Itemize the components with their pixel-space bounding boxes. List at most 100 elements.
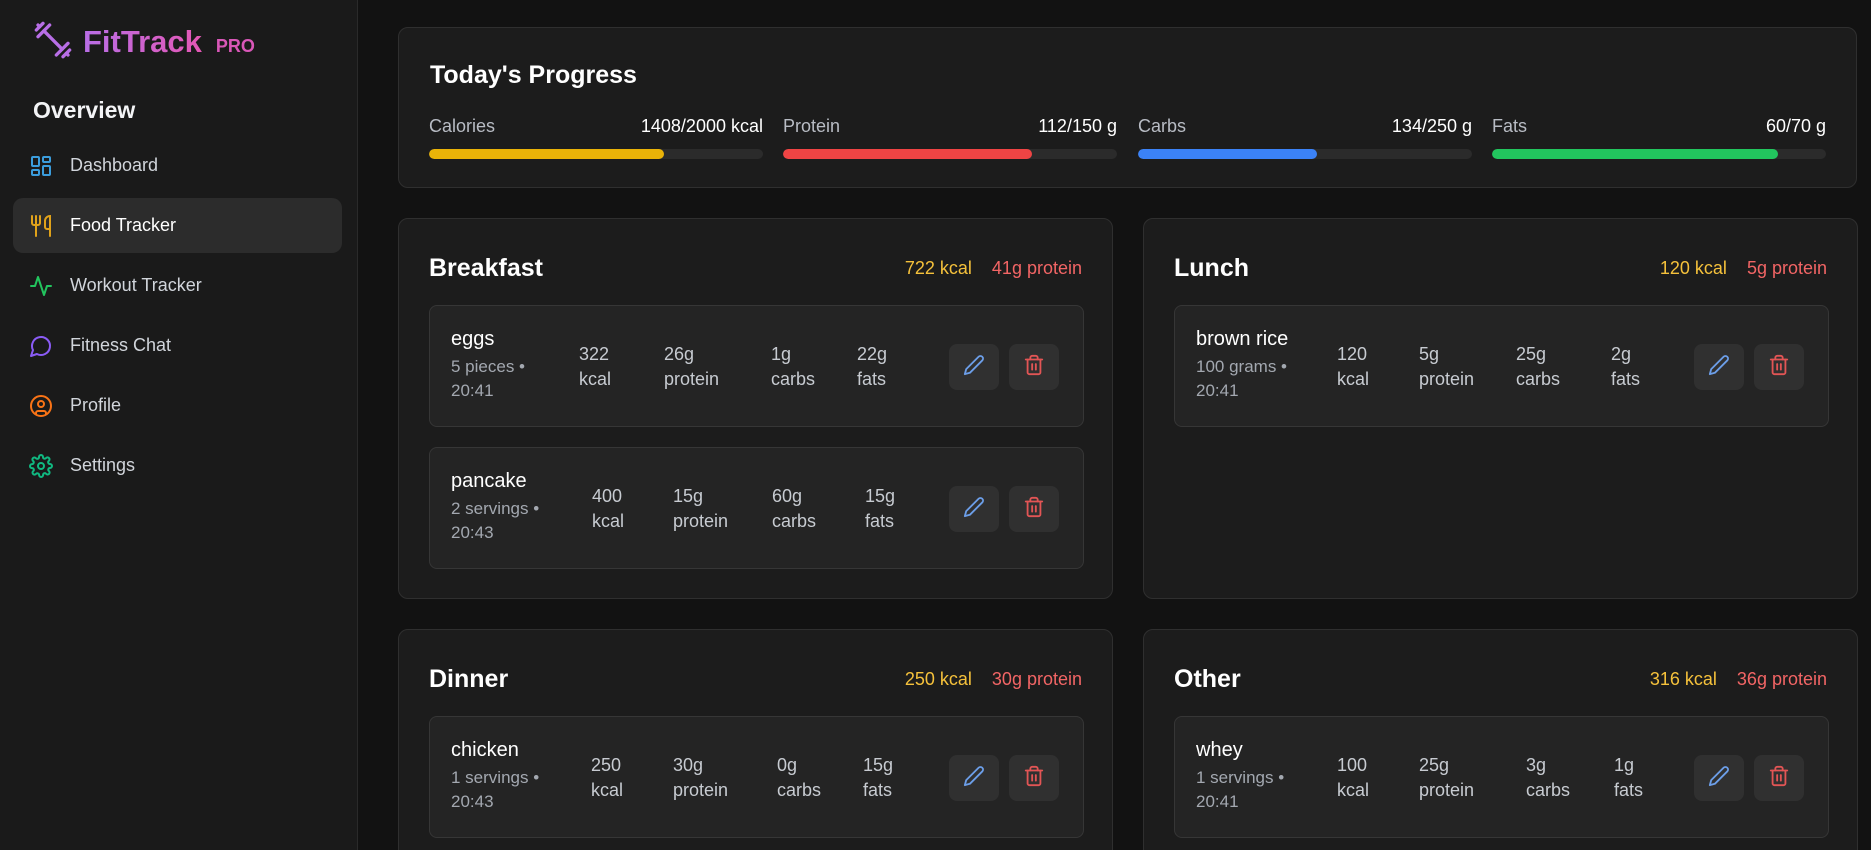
food-carbs: 0g carbs [777,755,822,800]
food-carbs: 1g carbs [771,344,816,389]
meal-total-kcal: 316 kcal [1649,668,1717,689]
food-carbs: 3g carbs [1526,755,1571,800]
food-protein: 30g protein [673,755,729,800]
sidebar-nav: Dashboard Food Tracker Workout Tracker F… [13,138,342,498]
food-protein: 26g protein [664,344,720,389]
protein-progress-bar [783,149,1117,159]
food-name: brown rice [1196,328,1289,350]
food-name: eggs [451,328,495,350]
calories-progress-bar [429,149,763,159]
metric-value: 60/70 g [1765,116,1826,136]
carbs-metric: Carbs 134/250 g [1138,116,1472,159]
trash-icon [1768,765,1790,792]
food-name: pancake [451,470,527,492]
pencil-icon [963,765,985,792]
delete-button[interactable] [1009,344,1059,390]
sidebar-item-label: Fitness Chat [70,335,172,355]
food-carbs: 25g carbs [1516,344,1561,389]
sidebar-item-fitness-chat[interactable]: Fitness Chat [13,318,342,373]
trash-icon [1768,354,1790,381]
edit-button[interactable] [1694,755,1744,801]
trash-icon [1023,765,1045,792]
food-fats: 15g fats [863,755,894,800]
meal-card-lunch: Lunch 120 kcal 5g protein brown rice 100… [1143,218,1858,599]
edit-button[interactable] [949,344,999,390]
food-carbs: 60g carbs [772,486,817,531]
food-kcal: 400 kcal [592,486,625,531]
food-protein: 5g protein [1419,344,1475,389]
trash-icon [1023,496,1045,523]
sidebar-item-settings[interactable]: Settings [13,438,342,493]
protein-metric: Protein 112/150 g [783,116,1117,159]
sidebar-item-label: Dashboard [70,155,159,175]
meal-total-protein: 36g protein [1736,668,1827,689]
meal-title: Other [1174,664,1241,693]
food-kcal: 322 kcal [579,344,612,389]
utensils-icon [28,213,54,239]
meal-title: Dinner [429,664,509,693]
edit-button[interactable] [949,486,999,532]
metric-label: Fats [1492,116,1528,136]
sidebar-item-workout-tracker[interactable]: Workout Tracker [13,258,342,313]
sidebar: FitTrack PRO Overview Dashboard Food Tra… [0,0,358,850]
food-item-pancake: pancake 2 servings • 20:43 400 kcal 15g … [429,447,1084,569]
food-fats: 22g fats [857,344,888,389]
calories-metric: Calories 1408/2000 kcal [429,116,763,159]
food-fats: 1g fats [1614,755,1644,800]
meal-total-protein: 30g protein [991,668,1082,689]
food-item-chicken: chicken 1 servings • 20:43 250 kcal 30g … [429,716,1084,838]
delete-button[interactable] [1754,755,1804,801]
sidebar-item-label: Food Tracker [70,215,177,235]
food-protein: 25g protein [1419,755,1475,800]
metric-label: Calories [429,116,496,136]
sidebar-item-label: Workout Tracker [70,275,202,295]
meal-total-protein: 41g protein [991,257,1082,278]
edit-button[interactable] [949,755,999,801]
sidebar-item-dashboard[interactable]: Dashboard [13,138,342,193]
delete-button[interactable] [1754,344,1804,390]
food-item-brown-rice: brown rice 100 grams • 20:41 120 kcal 5g… [1174,305,1829,427]
dashboard-icon [28,153,54,179]
edit-button[interactable] [1694,344,1744,390]
food-fats: 2g fats [1611,344,1641,389]
meal-total-kcal: 120 kcal [1659,257,1727,278]
pencil-icon [963,496,985,523]
pencil-icon [963,354,985,381]
food-kcal: 120 kcal [1337,344,1370,389]
sidebar-item-profile[interactable]: Profile [13,378,342,433]
metric-value: 1408/2000 kcal [640,116,763,136]
meal-card-other: Other 316 kcal 36g protein whey 1 servin… [1143,629,1858,850]
delete-button[interactable] [1009,486,1059,532]
meal-total-kcal: 250 kcal [904,668,972,689]
carbs-progress-fill [1138,149,1318,159]
delete-button[interactable] [1009,755,1059,801]
meal-total-kcal: 722 kcal [904,257,972,278]
metric-label: Carbs [1138,116,1187,136]
brand-badge: PRO [215,35,255,56]
metric-value: 134/250 g [1391,116,1472,136]
activity-icon [28,273,54,299]
fats-metric: Fats 60/70 g [1492,116,1826,159]
dumbbell-icon [33,20,73,65]
meal-title: Lunch [1174,253,1249,282]
trash-icon [1023,354,1045,381]
calories-progress-fill [429,149,665,159]
food-name: whey [1196,739,1243,761]
sidebar-item-label: Profile [70,395,122,415]
fats-progress-fill [1492,149,1779,159]
metric-label: Protein [783,116,841,136]
food-kcal: 250 kcal [591,755,624,800]
chat-icon [28,333,54,359]
sidebar-item-food-tracker[interactable]: Food Tracker [13,198,342,253]
gear-icon [28,453,54,479]
progress-title: Today's Progress [430,61,637,89]
todays-progress-card: Today's Progress Calories 1408/2000 kcal… [398,27,1857,188]
metric-value: 112/150 g [1038,116,1117,136]
carbs-progress-bar [1138,149,1472,159]
food-name: chicken [451,739,519,761]
brand-logo[interactable]: FitTrack PRO [33,20,255,65]
food-meta: 1 servings • 20:41 [1196,768,1285,811]
food-meta: 5 pieces • 20:41 [451,357,525,400]
meal-title: Breakfast [429,253,543,282]
meal-card-breakfast: Breakfast 722 kcal 41g protein eggs 5 pi… [398,218,1113,599]
